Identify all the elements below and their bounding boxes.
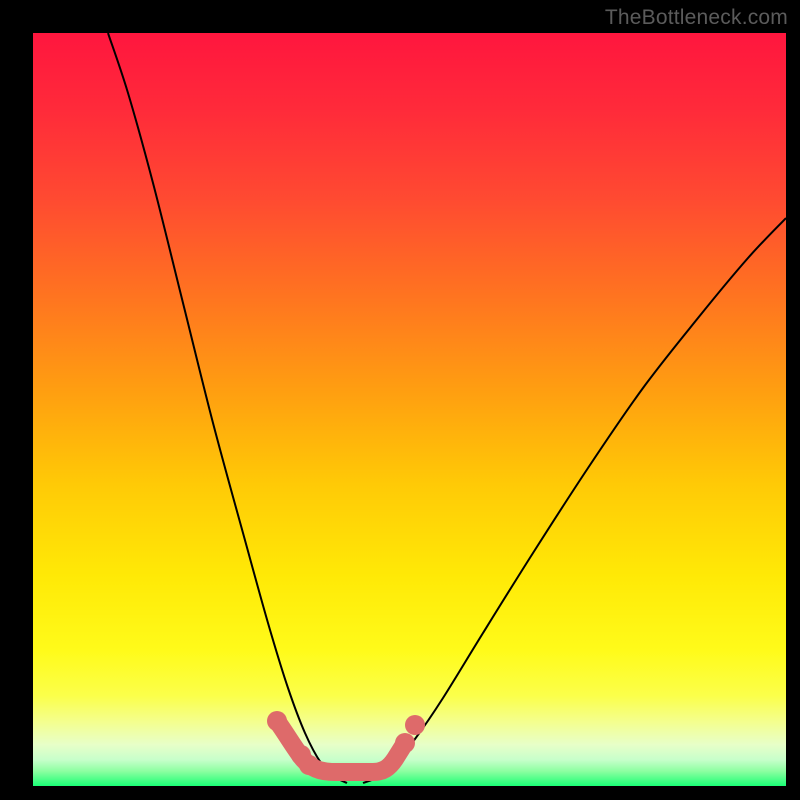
- marker-dot: [395, 733, 415, 753]
- chart-outer-frame: TheBottleneck.com: [0, 0, 800, 800]
- plot-svg: [33, 33, 786, 786]
- marker-dot: [405, 715, 425, 735]
- gradient-background: [33, 33, 786, 786]
- plot-area: [33, 33, 786, 786]
- watermark-text: TheBottleneck.com: [605, 6, 788, 30]
- marker-dot: [299, 755, 319, 775]
- marker-dot: [267, 711, 287, 731]
